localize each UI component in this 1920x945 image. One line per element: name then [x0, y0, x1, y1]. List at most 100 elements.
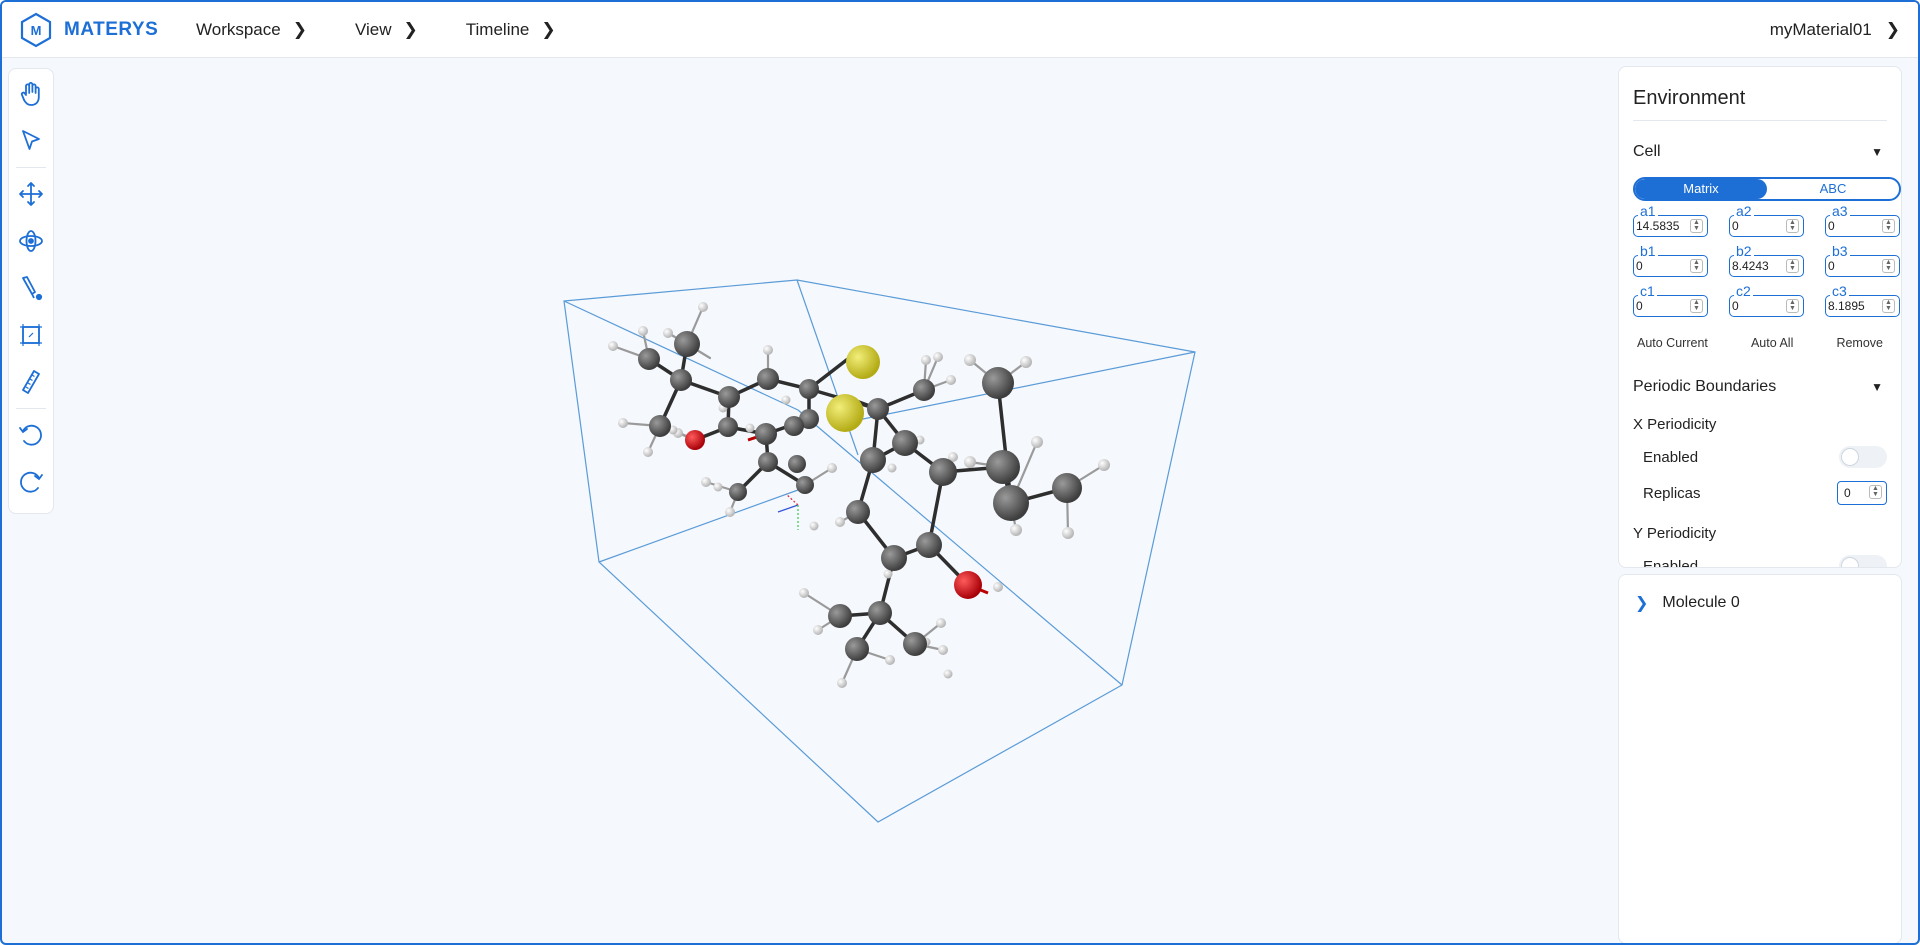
undo-button[interactable] [14, 418, 48, 452]
field-label: a2 [1734, 203, 1754, 219]
y-periodicity-title: Y Periodicity [1633, 525, 1717, 542]
orbit-tool-button[interactable] [14, 224, 48, 258]
x-enabled-row: Enabled [1633, 446, 1887, 468]
cell-icon [20, 324, 42, 346]
field-value: 0 [1732, 299, 1739, 313]
cell-section-title: Cell [1633, 143, 1661, 160]
cell-matrix-grid: a1 14.5835 ▲ ▼ a2 0 ▲ ▼ a3 0 ▲ ▼ b1 0 ▲ ▼ b2 8.4243 ▲ ▼… [1633, 204, 1900, 317]
materys-logo-icon: M [20, 12, 52, 47]
field-value: 0 [1636, 299, 1643, 313]
field-value: 0 [1844, 486, 1851, 500]
cell-section-header[interactable]: Cell ▼ [1633, 143, 1887, 161]
stepper-icon[interactable]: ▲ ▼ [1869, 485, 1882, 499]
structure-tree-panel: ❯ Molecule 0 [1618, 574, 1902, 943]
matrix-field-c3[interactable]: c3 8.1895 ▲ ▼ [1825, 284, 1900, 317]
field-value: 14.5835 [1636, 219, 1680, 233]
redo-icon [20, 471, 43, 493]
field-label: a1 [1638, 203, 1658, 219]
orbit-icon [19, 230, 43, 252]
chevron-down-icon: ▼ [1871, 380, 1883, 394]
tree-item-molecule[interactable]: ❯ Molecule 0 [1635, 593, 1901, 613]
x-enabled-toggle[interactable] [1839, 446, 1887, 468]
toolbar-divider [16, 408, 46, 409]
x-replicas-label: Replicas [1643, 484, 1701, 502]
field-label: b1 [1638, 243, 1658, 259]
matrix-field-a1[interactable]: a1 14.5835 ▲ ▼ [1633, 204, 1708, 237]
nav-workspace[interactable]: Workspace ❯ [196, 20, 307, 40]
measure-tool-button[interactable] [14, 365, 48, 399]
field-value: 0 [1828, 259, 1835, 273]
field-value: 0 [1636, 259, 1643, 273]
stepper-icon[interactable]: ▲ ▼ [1786, 259, 1799, 273]
field-label: b3 [1830, 243, 1850, 259]
field-label: c3 [1830, 283, 1849, 299]
cell-actions: Auto Current Auto All Remove [1633, 336, 1887, 350]
periodic-section-header[interactable]: Periodic Boundaries ▼ [1633, 378, 1887, 396]
app-window: M MATERYS Workspace ❯ View ❯ Timeline ❯ … [0, 0, 1920, 945]
matrix-field-c2[interactable]: c2 0 ▲ ▼ [1729, 284, 1804, 317]
select-tool-button[interactable] [14, 124, 48, 158]
field-label: c2 [1734, 283, 1753, 299]
tool-sidebar [8, 68, 54, 514]
chevron-down-icon: ▼ [1871, 145, 1883, 159]
stepper-icon[interactable]: ▲ ▼ [1786, 219, 1799, 233]
remove-button[interactable]: Remove [1836, 336, 1883, 350]
molecule-scene[interactable] [58, 60, 1612, 944]
toolbar-divider [16, 167, 46, 168]
stepper-icon[interactable]: ▲ ▼ [1882, 219, 1895, 233]
stepper-icon[interactable]: ▲ ▼ [1690, 219, 1703, 233]
matrix-field-b3[interactable]: b3 0 ▲ ▼ [1825, 244, 1900, 277]
toggle-knob [1841, 557, 1859, 567]
app-name: MATERYS [64, 18, 159, 40]
pen-icon [22, 276, 43, 301]
mode-abc-option[interactable]: ABC [1767, 179, 1899, 199]
y-enabled-label: Enabled [1643, 557, 1699, 568]
logo[interactable]: M MATERYS [18, 12, 196, 48]
field-label: b2 [1734, 243, 1754, 259]
panel-title: Environment [1633, 67, 1887, 121]
sulfur-atoms[interactable] [826, 345, 880, 432]
3d-viewport[interactable] [58, 60, 1612, 944]
pan-tool-button[interactable] [14, 77, 48, 111]
field-label: a3 [1830, 203, 1850, 219]
stepper-icon[interactable]: ▲ ▼ [1690, 299, 1703, 313]
stepper-icon[interactable]: ▲ ▼ [1690, 259, 1703, 273]
stepper-icon[interactable]: ▲ ▼ [1882, 259, 1895, 273]
matrix-field-c1[interactable]: c1 0 ▲ ▼ [1633, 284, 1708, 317]
auto-current-button[interactable]: Auto Current [1637, 336, 1708, 350]
material-selector[interactable]: myMaterial01 ❯ [1770, 2, 1900, 58]
undo-icon [19, 424, 42, 446]
stepper-icon[interactable]: ▲ ▼ [1786, 299, 1799, 313]
x-periodicity-title: X Periodicity [1633, 416, 1717, 433]
field-value: 8.4243 [1732, 259, 1769, 273]
chevron-right-icon: ❯ [403, 19, 418, 39]
move-tool-button[interactable] [14, 177, 48, 211]
environment-panel: Environment Cell ▼ Matrix ABC a1 14.5835 ▲… [1618, 66, 1902, 568]
cell-tool-button[interactable] [14, 318, 48, 352]
stepper-icon[interactable]: ▲ ▼ [1882, 299, 1895, 313]
matrix-field-b1[interactable]: b1 0 ▲ ▼ [1633, 244, 1708, 277]
matrix-field-a2[interactable]: a2 0 ▲ ▼ [1729, 204, 1804, 237]
redo-button[interactable] [14, 465, 48, 499]
move-icon [19, 182, 43, 206]
nav-timeline[interactable]: Timeline ❯ [466, 20, 556, 40]
material-name: myMaterial01 [1769, 20, 1872, 39]
y-enabled-toggle[interactable] [1839, 555, 1887, 567]
carbon-atoms[interactable] [638, 331, 1082, 661]
chevron-right-icon: ❯ [541, 19, 556, 39]
matrix-field-a3[interactable]: a3 0 ▲ ▼ [1825, 204, 1900, 237]
y-enabled-row: Enabled [1633, 555, 1887, 568]
nav-view[interactable]: View ❯ [355, 20, 418, 40]
x-replicas-input[interactable]: 0 ▲ ▼ [1837, 481, 1887, 505]
matrix-field-b2[interactable]: b2 8.4243 ▲ ▼ [1729, 244, 1804, 277]
ruler-icon [22, 370, 40, 394]
toggle-knob [1841, 448, 1859, 466]
nav-view-label: View [354, 19, 392, 39]
logo-letters: M [31, 23, 42, 38]
mode-matrix-option[interactable]: Matrix [1635, 179, 1767, 199]
field-value: 0 [1828, 219, 1835, 233]
field-value: 8.1895 [1828, 299, 1865, 313]
draw-tool-button[interactable] [14, 271, 48, 305]
periodic-section-title: Periodic Boundaries [1633, 378, 1777, 395]
auto-all-button[interactable]: Auto All [1751, 336, 1793, 350]
